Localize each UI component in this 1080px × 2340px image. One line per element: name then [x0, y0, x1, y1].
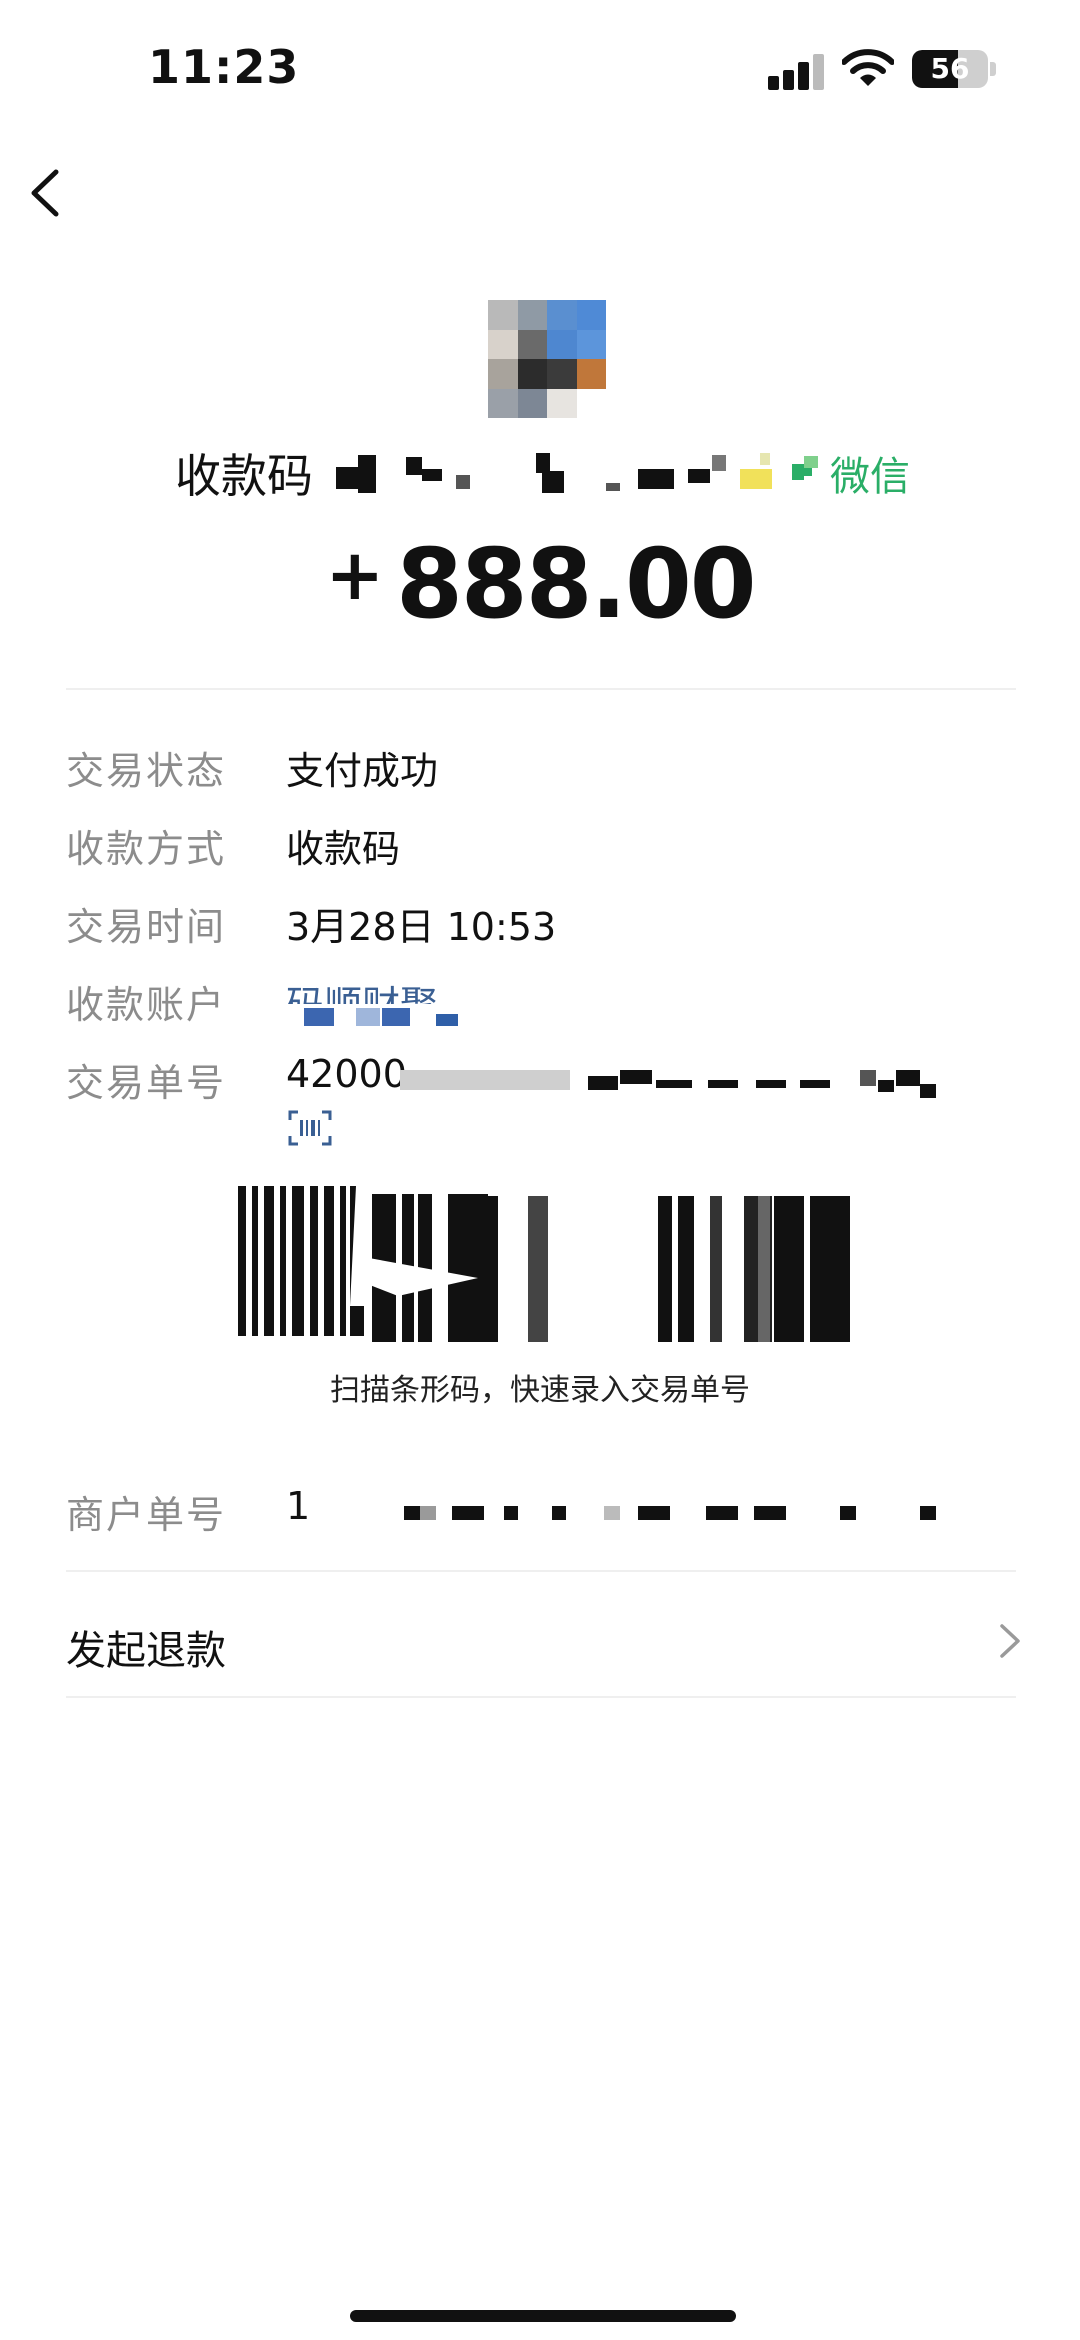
battery-icon: 56 [912, 50, 988, 88]
barcode-caption: 扫描条形码，快速录入交易单号 [330, 1373, 750, 1408]
battery-tip [990, 62, 996, 76]
transaction-barcode [238, 1186, 858, 1342]
home-indicator [350, 2310, 736, 2322]
avatar [488, 300, 606, 418]
status-value: 支付成功 [286, 749, 439, 793]
battery-level: 56 [930, 52, 970, 85]
payer-name-redacted [336, 447, 786, 499]
chevron-left-icon[interactable] [26, 168, 66, 218]
time-label: 交易时间 [66, 905, 227, 949]
status-time: 11:23 [148, 40, 300, 94]
payment-channel: 微信 [830, 454, 910, 500]
merchant-id-label: 商户单号 [66, 1493, 227, 1537]
chevron-right-icon[interactable] [998, 1622, 1022, 1660]
transaction-id-value: 42000 [286, 1052, 407, 1096]
status-label: 交易状态 [66, 749, 227, 793]
account-mask [286, 1004, 466, 1030]
amount-sign: + [325, 534, 384, 616]
signal-icon [768, 54, 824, 90]
account-label: 收款账户 [66, 983, 227, 1027]
merchant-id-mask [400, 1494, 940, 1526]
method-value: 收款码 [286, 827, 401, 871]
amount: +888.00 [0, 528, 1080, 640]
transaction-id-label: 交易单号 [66, 1061, 227, 1105]
transaction-id-mask [400, 1062, 940, 1104]
wechat-icon [792, 456, 818, 480]
payer-label: 收款码 [175, 449, 313, 503]
refund-label[interactable]: 发起退款 [66, 1618, 226, 1676]
barcode-icon[interactable] [288, 1110, 332, 1146]
method-label: 收款方式 [66, 827, 227, 871]
divider [66, 688, 1016, 690]
time-value: 3月28日 10:53 [286, 905, 557, 949]
wifi-icon [842, 49, 894, 86]
divider [66, 1696, 1016, 1698]
amount-value: 888.00 [396, 528, 756, 640]
divider [66, 1570, 1016, 1572]
merchant-id-value: 1 [286, 1484, 311, 1528]
